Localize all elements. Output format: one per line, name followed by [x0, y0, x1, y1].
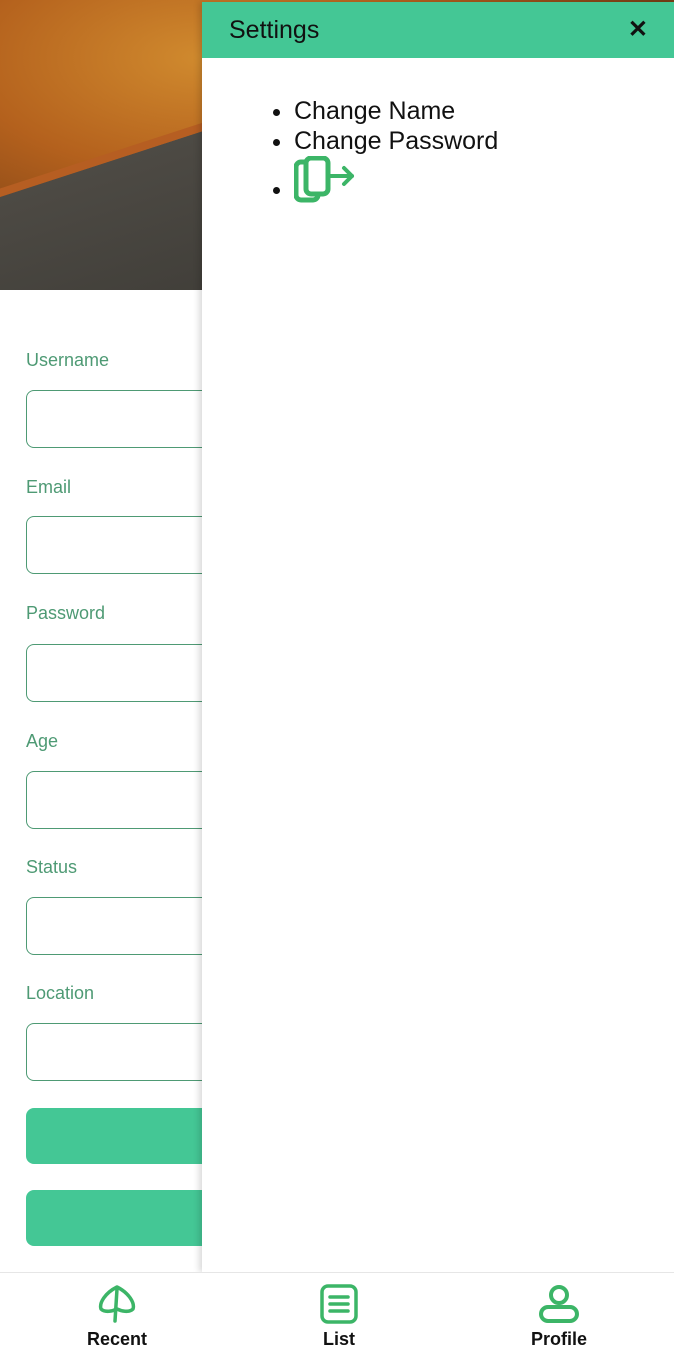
menu-item-change-password[interactable]: Change Password: [294, 126, 674, 156]
status-label: Status: [26, 857, 78, 877]
leaf-icon: [98, 1285, 136, 1323]
list-icon: [320, 1284, 358, 1324]
settings-drawer: Settings ✕ Change Name Change Password: [202, 2, 674, 1272]
age-label: Age: [26, 731, 59, 751]
password-label: Password: [26, 603, 106, 623]
email-label: Email: [26, 477, 72, 497]
close-icon[interactable]: ✕: [628, 18, 648, 42]
user-icon: [539, 1285, 579, 1323]
nav-label-profile: Profile: [530, 1329, 587, 1349]
location-label: Location: [26, 983, 95, 1003]
menu-item-logout[interactable]: [293, 155, 674, 224]
nav-item-recent[interactable]: Recent: [47, 1283, 187, 1350]
nav-label-list: List: [322, 1329, 355, 1349]
drawer-title: Settings: [229, 15, 320, 44]
nav-label-recent: Recent: [86, 1329, 148, 1349]
menu-item-change-name[interactable]: Change Name: [294, 96, 674, 126]
settings-menu: Change Name Change Password: [293, 96, 674, 224]
logout-icon[interactable]: [293, 155, 358, 224]
drawer-header: Settings ✕: [202, 2, 674, 58]
nav-item-profile[interactable]: Profile: [489, 1283, 629, 1350]
username-label: Username: [26, 350, 110, 370]
bottom-navigation: Recent List Profile: [0, 1272, 674, 1352]
nav-item-list[interactable]: List: [269, 1283, 409, 1350]
